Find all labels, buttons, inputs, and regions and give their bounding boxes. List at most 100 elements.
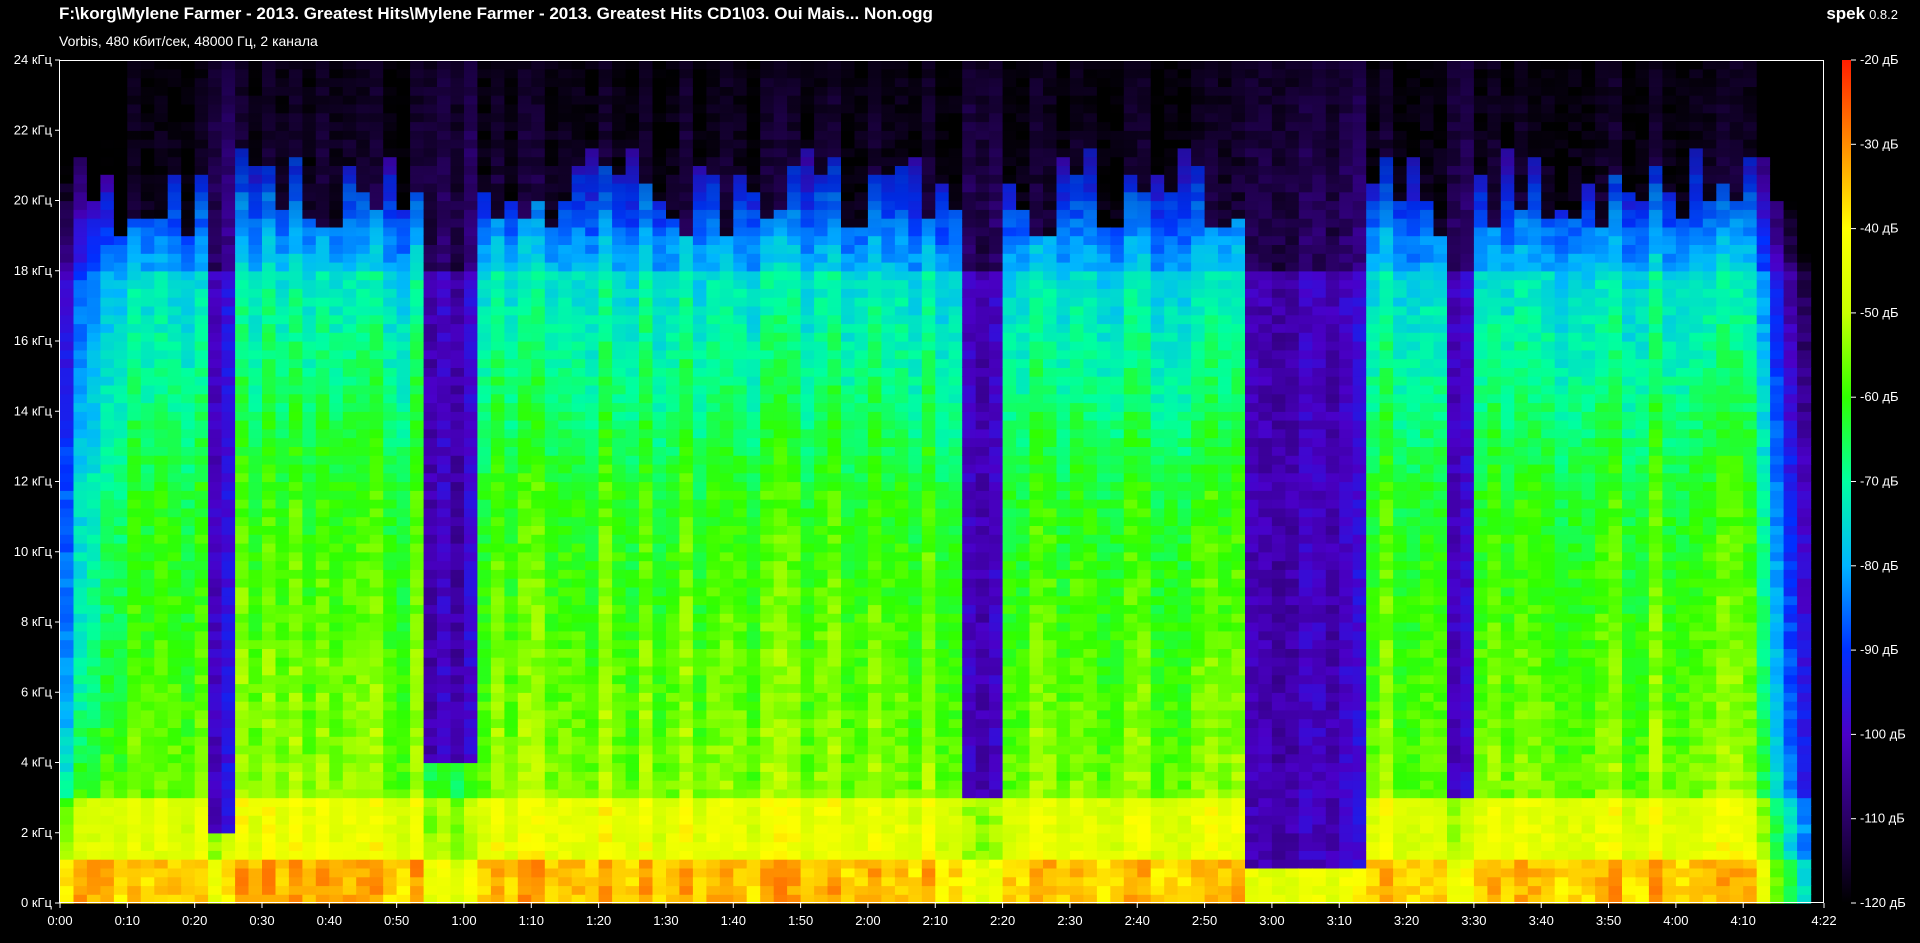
spectrogram-cell bbox=[60, 437, 75, 447]
spectrogram-cell bbox=[369, 341, 384, 351]
spectrogram-cell bbox=[275, 358, 290, 368]
spectrogram-cell bbox=[746, 463, 761, 474]
spectrogram-cell bbox=[719, 683, 734, 693]
spectrogram-cell bbox=[383, 244, 398, 254]
spectrogram-cell bbox=[517, 314, 532, 325]
spectrogram-cell bbox=[140, 727, 155, 737]
spectrogram-cell bbox=[517, 780, 532, 790]
spectrogram-cell bbox=[315, 832, 330, 843]
spectrogram-cell bbox=[450, 762, 465, 772]
spectrogram-cell bbox=[639, 578, 654, 588]
spectrogram-cell bbox=[396, 411, 411, 421]
spectrogram-cell bbox=[396, 332, 411, 342]
spectrogram-cell bbox=[639, 507, 654, 518]
spectrogram-cell bbox=[423, 411, 438, 421]
spectrogram-cell bbox=[221, 297, 236, 307]
spectrogram-cell bbox=[612, 578, 627, 588]
spectrogram-cell bbox=[113, 665, 128, 676]
spectrogram-cell bbox=[60, 534, 75, 544]
spectrogram-cell bbox=[288, 762, 303, 772]
spectrogram-cell bbox=[531, 648, 546, 658]
spectrogram-cell bbox=[706, 815, 721, 825]
spectrogram-cell bbox=[652, 736, 667, 746]
spectrogram-cell bbox=[464, 832, 479, 843]
spectrogram-cell bbox=[652, 525, 667, 535]
spectrogram-cell bbox=[679, 613, 694, 623]
spectrogram-cell bbox=[73, 718, 88, 728]
spectrogram-cell bbox=[396, 736, 411, 746]
spectrogram-cell bbox=[235, 253, 250, 263]
spectrogram-cell bbox=[262, 305, 277, 316]
spectrogram-cell bbox=[262, 384, 277, 395]
spectrogram-cell bbox=[585, 797, 600, 807]
spectrogram-cell bbox=[544, 446, 559, 456]
spectrogram-cell bbox=[652, 586, 667, 597]
spectrogram-cell bbox=[113, 762, 128, 772]
spectrogram-cell bbox=[531, 674, 546, 685]
spectrogram-cell bbox=[288, 411, 303, 421]
spectrogram-cell bbox=[652, 788, 667, 799]
spectrogram-cell bbox=[666, 534, 681, 544]
spectrogram-cell bbox=[666, 780, 681, 790]
spectrogram-cell bbox=[517, 771, 532, 781]
spectrogram-cell bbox=[113, 428, 128, 439]
spectrogram-cell bbox=[746, 824, 761, 834]
spectrogram-cell bbox=[706, 586, 721, 597]
spectrogram-cell bbox=[73, 771, 88, 781]
spectrogram-cell bbox=[208, 604, 223, 614]
spectrogram-cell bbox=[60, 604, 75, 614]
spectrogram-cell bbox=[369, 824, 384, 834]
spectrogram-cell bbox=[140, 525, 155, 535]
spectrogram-cell bbox=[248, 744, 263, 755]
spectrogram-cell bbox=[612, 657, 627, 667]
spectrogram-cell bbox=[679, 648, 694, 658]
spectrogram-cell bbox=[639, 876, 654, 887]
spectrogram-cell bbox=[60, 402, 75, 412]
spectrogram-cell bbox=[423, 613, 438, 623]
spectrogram-cell bbox=[342, 543, 357, 553]
spectrogram-cell bbox=[60, 490, 75, 500]
spectrogram-cell bbox=[356, 797, 371, 807]
spectrogram-cell bbox=[342, 499, 357, 509]
spectrogram-cell bbox=[208, 262, 223, 272]
spectrogram-cell bbox=[598, 718, 613, 728]
spectrogram-cell bbox=[558, 780, 573, 790]
spectrogram-cell bbox=[746, 586, 761, 597]
spectrogram-cell bbox=[571, 859, 586, 869]
spectrogram-cell bbox=[571, 288, 586, 298]
spectrogram-cell bbox=[464, 701, 479, 711]
spectrogram-cell bbox=[315, 481, 330, 491]
spectrogram-cell bbox=[544, 824, 559, 834]
spectrogram-cell bbox=[369, 253, 384, 263]
spectrogram-cell bbox=[558, 718, 573, 728]
spectrogram-cell bbox=[410, 253, 425, 263]
spectrogram-cell bbox=[60, 674, 75, 685]
spectrogram-cell bbox=[639, 376, 654, 386]
spectrogram-cell bbox=[288, 797, 303, 807]
spectrogram-cell bbox=[477, 657, 492, 667]
spectrogram-cell bbox=[719, 455, 734, 465]
spectrogram-cell bbox=[208, 534, 223, 544]
spectrogram-cell bbox=[248, 358, 263, 368]
spectrogram-cell bbox=[275, 586, 290, 597]
spectrogram-cell bbox=[598, 736, 613, 746]
spectrogram-cell bbox=[558, 455, 573, 465]
spectrogram-cell bbox=[585, 744, 600, 755]
spectrogram-cell bbox=[275, 569, 290, 579]
spectrogram-cell bbox=[167, 639, 182, 649]
spectrogram-cell bbox=[464, 393, 479, 404]
spectrogram-cell bbox=[544, 297, 559, 307]
spectrogram-cell bbox=[423, 305, 438, 316]
spectrogram-cell bbox=[342, 481, 357, 491]
spectrogram-cell bbox=[571, 797, 586, 807]
spectrogram-cell bbox=[679, 349, 694, 360]
spectrogram-cell bbox=[477, 551, 492, 562]
spectrogram-cell bbox=[100, 850, 115, 860]
spectrogram-cell bbox=[302, 657, 317, 667]
spectrogram-cell bbox=[666, 516, 681, 526]
spectrogram-cell bbox=[154, 674, 169, 685]
spectrogram-cell bbox=[531, 560, 546, 570]
spectrogram-cell bbox=[329, 499, 344, 509]
spectrogram-cell bbox=[733, 788, 748, 799]
spectrogram-cell bbox=[73, 595, 88, 606]
